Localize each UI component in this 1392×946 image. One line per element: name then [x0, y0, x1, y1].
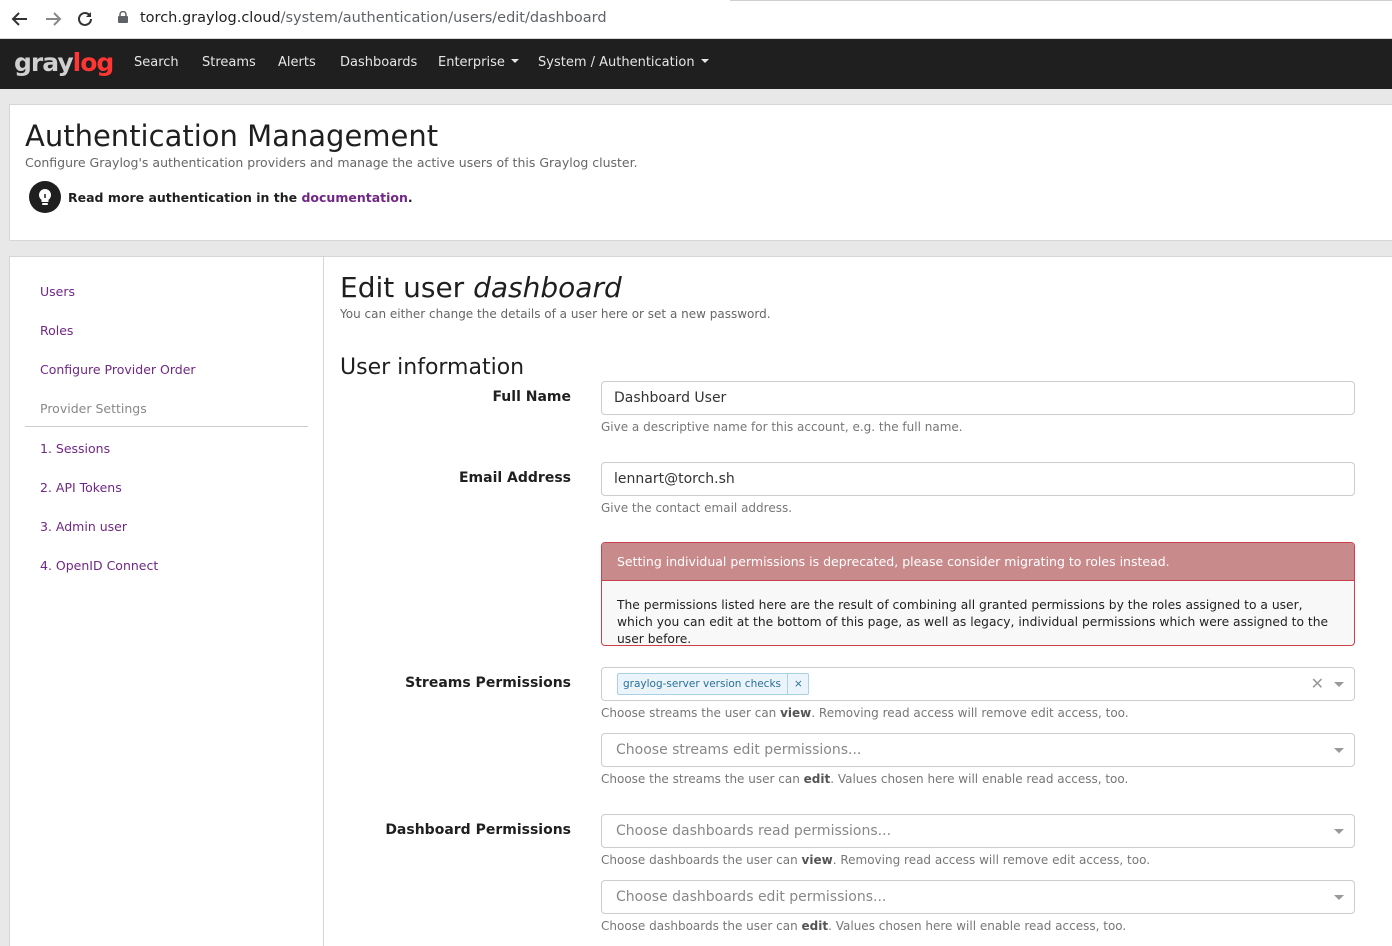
dashboards-read-help: Choose dashboards the user can view. Rem… — [601, 853, 1151, 867]
edit-user-description: You can either change the details of a u… — [340, 307, 771, 321]
streams-edit-placeholder: Choose streams edit permissions... — [616, 742, 862, 758]
dashboard-permissions-label: Dashboard Permissions — [385, 822, 571, 838]
streams-read-select[interactable]: graylog-server version checks × ✕ — [601, 667, 1355, 701]
nav-alerts[interactable]: Alerts — [278, 55, 316, 70]
documentation-note: Read more authentication in the document… — [68, 190, 413, 205]
back-arrow-icon[interactable] — [10, 9, 30, 29]
full-name-input[interactable]: Dashboard User — [601, 381, 1355, 415]
streams-permissions-label: Streams Permissions — [405, 675, 571, 691]
sidebar: Users Roles Configure Provider Order Pro… — [10, 257, 324, 946]
dashboards-edit-select[interactable]: Choose dashboards edit permissions... — [601, 880, 1355, 914]
email-input[interactable]: lennart@torch.sh — [601, 462, 1355, 496]
dashboards-edit-help: Choose dashboards the user can edit. Val… — [601, 919, 1127, 933]
caret-down-icon — [700, 59, 709, 63]
page-subtitle: Configure Graylog's authentication provi… — [25, 155, 638, 170]
chevron-down-icon[interactable] — [1334, 682, 1344, 687]
nav-enterprise[interactable]: Enterprise — [438, 55, 519, 70]
stream-chip: graylog-server version checks × — [617, 673, 809, 695]
dashboards-read-select[interactable]: Choose dashboards read permissions... — [601, 814, 1355, 848]
email-help: Give the contact email address. — [601, 501, 793, 515]
streams-edit-select[interactable]: Choose streams edit permissions... — [601, 733, 1355, 767]
alert-heading: Setting individual permissions is deprec… — [602, 543, 1354, 581]
forward-arrow-icon[interactable] — [43, 9, 63, 29]
documentation-link[interactable]: documentation — [301, 190, 407, 205]
lightbulb-icon — [29, 181, 61, 213]
sidebar-item-api-tokens[interactable]: 2. API Tokens — [40, 480, 122, 495]
page-title: Authentication Management — [25, 119, 439, 153]
sidebar-item-admin-user[interactable]: 3. Admin user — [40, 519, 127, 534]
alert-body: The permissions listed here are the resu… — [617, 598, 1329, 646]
clear-icon[interactable]: ✕ — [1311, 674, 1324, 693]
address-bar[interactable]: torch.graylog.cloud/system/authenticatio… — [118, 10, 607, 26]
sidebar-item-roles[interactable]: Roles — [40, 323, 73, 338]
remove-chip-icon[interactable]: × — [787, 674, 803, 694]
user-information-heading: User information — [340, 355, 525, 380]
chevron-down-icon[interactable] — [1334, 748, 1344, 753]
graylog-logo[interactable]: graylog — [14, 49, 114, 77]
sidebar-item-users[interactable]: Users — [40, 284, 75, 299]
streams-read-help: Choose streams the user can view. Removi… — [601, 706, 1129, 720]
deprecation-alert: Setting individual permissions is deprec… — [601, 542, 1355, 646]
nav-dashboards[interactable]: Dashboards — [340, 55, 417, 70]
url-path: /system/authentication/users/edit/dashbo… — [280, 10, 607, 26]
lock-icon — [118, 11, 128, 23]
browser-toolbar: torch.graylog.cloud/system/authenticatio… — [0, 0, 1392, 39]
sidebar-item-provider-order[interactable]: Configure Provider Order — [40, 362, 196, 377]
email-label: Email Address — [458, 470, 571, 486]
nav-search[interactable]: Search — [134, 55, 179, 70]
dashboards-read-placeholder: Choose dashboards read permissions... — [616, 823, 892, 839]
url-host: torch.graylog.cloud — [140, 10, 281, 26]
sidebar-provider-settings-header: Provider Settings — [40, 401, 147, 416]
chevron-down-icon[interactable] — [1334, 895, 1344, 900]
nav-streams[interactable]: Streams — [202, 55, 256, 70]
sidebar-item-openid-connect[interactable]: 4. OpenID Connect — [40, 558, 158, 573]
full-name-label: Full Name — [492, 389, 571, 405]
main-panel: Users Roles Configure Provider Order Pro… — [9, 256, 1392, 946]
tab-divider — [730, 0, 1392, 1]
edit-user-title: Edit user dashboard — [340, 271, 622, 304]
edit-user-content: Edit user dashboard You can either chang… — [340, 257, 1392, 946]
chevron-down-icon[interactable] — [1334, 829, 1344, 834]
full-name-help: Give a descriptive name for this account… — [601, 420, 963, 434]
sidebar-divider — [25, 426, 308, 427]
caret-down-icon — [510, 59, 519, 63]
nav-system[interactable]: System / Authentication — [538, 55, 709, 70]
streams-edit-help: Choose the streams the user can edit. Va… — [601, 772, 1129, 786]
page-header: Authentication Management Configure Gray… — [9, 104, 1392, 241]
top-navigation: graylog Search Streams Alerts Dashboards… — [0, 39, 1392, 89]
sidebar-item-sessions[interactable]: 1. Sessions — [40, 441, 110, 456]
reload-icon[interactable] — [75, 9, 95, 29]
dashboards-edit-placeholder: Choose dashboards edit permissions... — [616, 889, 887, 905]
